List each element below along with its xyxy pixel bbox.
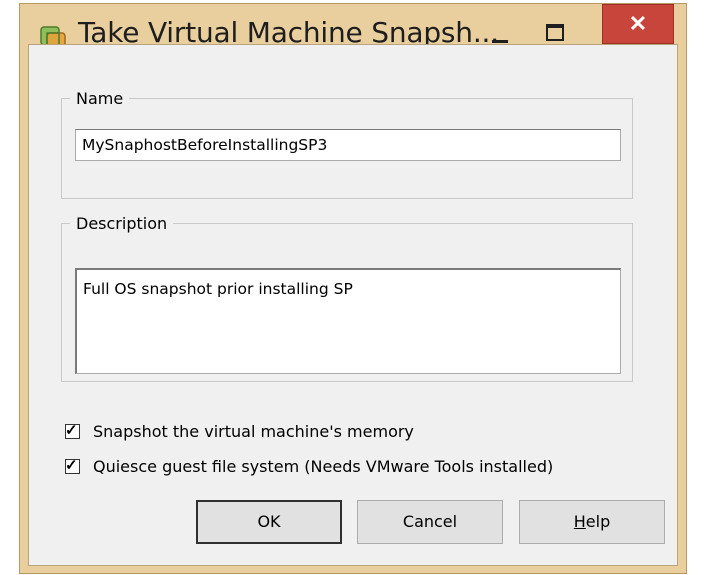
- help-label-rest: elp: [585, 512, 611, 531]
- quiesce-option[interactable]: ✓ Quiesce guest file system (Needs VMwar…: [65, 454, 553, 478]
- dialog-client-area: Name MySnaphostBeforeInstallingSP3 Descr…: [28, 44, 678, 566]
- snapshot-name-input[interactable]: MySnaphostBeforeInstallingSP3: [75, 129, 621, 161]
- quiesce-checkbox[interactable]: ✓: [65, 456, 80, 474]
- help-button[interactable]: Help: [519, 500, 665, 544]
- help-mnemonic: H: [573, 512, 586, 531]
- dialog-window: Take Virtual Machine Snapsh... ✕ Name My…: [19, 3, 687, 574]
- snapshot-description-textarea[interactable]: Full OS snapshot prior installing SP: [75, 268, 621, 374]
- description-legend: Description: [76, 214, 168, 233]
- ok-button[interactable]: OK: [196, 500, 342, 544]
- memory-option[interactable]: ✓ Snapshot the virtual machine's memory: [65, 419, 414, 443]
- memory-checkbox-label[interactable]: Snapshot the virtual machine's memory: [93, 422, 414, 441]
- checkmark-icon: ✓: [65, 421, 78, 439]
- quiesce-checkbox-label[interactable]: Quiesce guest file system (Needs VMware …: [93, 457, 553, 476]
- close-button[interactable]: ✕: [602, 4, 674, 44]
- name-legend: Name: [76, 89, 124, 108]
- memory-checkbox[interactable]: ✓: [65, 421, 80, 439]
- cancel-button[interactable]: Cancel: [357, 500, 503, 544]
- checkmark-icon: ✓: [65, 456, 78, 474]
